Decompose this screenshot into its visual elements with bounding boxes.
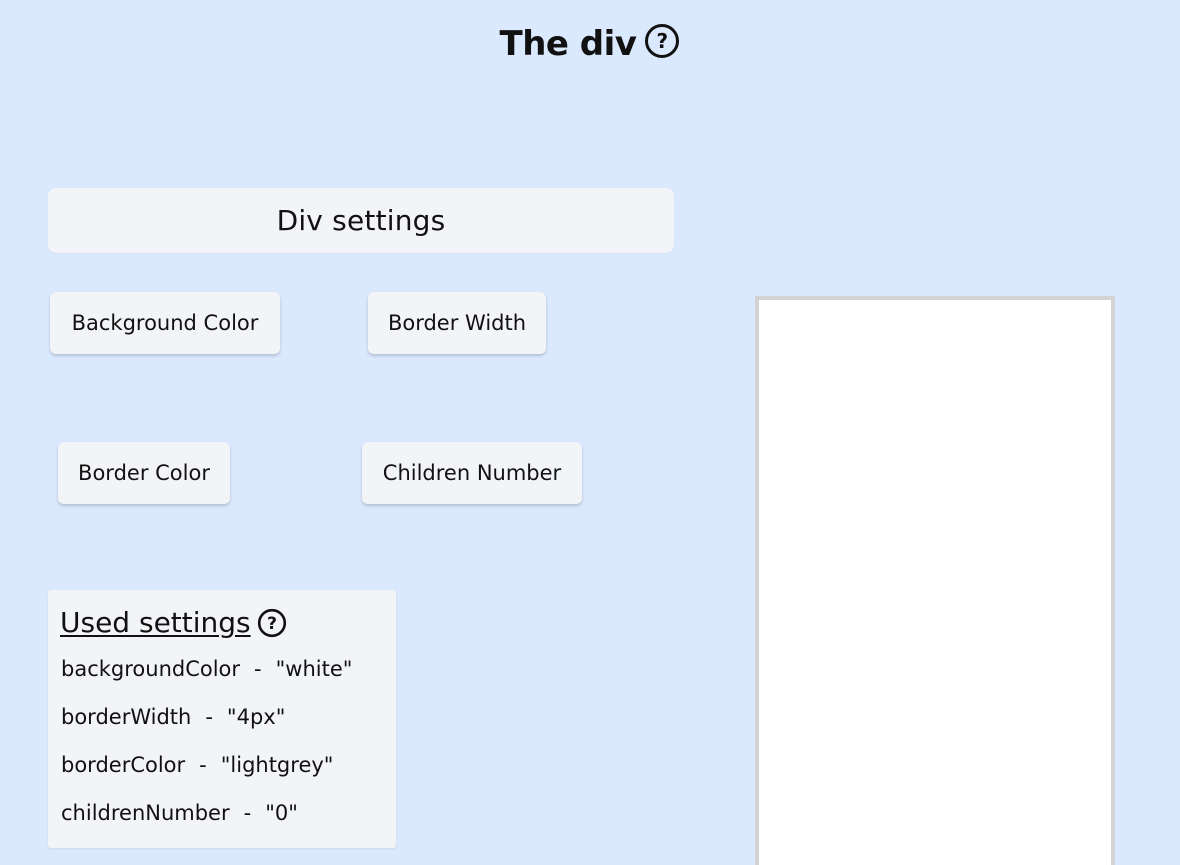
question-circle-icon[interactable]: ? xyxy=(257,608,287,638)
used-settings-title-text: Used settings xyxy=(60,606,251,639)
div-settings-header: Div settings xyxy=(48,188,674,253)
svg-text:?: ? xyxy=(657,29,668,53)
setting-value: "white" xyxy=(275,657,353,681)
border-color-button[interactable]: Border Color xyxy=(58,442,230,504)
background-color-button[interactable]: Background Color xyxy=(50,292,280,354)
used-settings-title: Used settings? xyxy=(60,606,287,640)
setting-key: backgroundColor xyxy=(61,657,241,681)
setting-separator: - xyxy=(254,657,262,681)
preview-div xyxy=(755,296,1115,865)
page-title: The div? xyxy=(0,22,1180,66)
setting-separator: - xyxy=(205,705,213,729)
setting-value: "4px" xyxy=(226,705,286,729)
setting-value: "lightgrey" xyxy=(220,753,334,777)
children-number-button[interactable]: Children Number xyxy=(362,442,582,504)
used-setting-row: childrenNumber - "0" xyxy=(61,800,298,826)
used-setting-row: backgroundColor - "white" xyxy=(61,656,352,682)
setting-separator: - xyxy=(243,801,252,825)
setting-value: "0" xyxy=(265,801,298,825)
setting-key: childrenNumber xyxy=(61,801,230,825)
svg-text:?: ? xyxy=(267,614,277,634)
border-width-button[interactable]: Border Width xyxy=(368,292,546,354)
used-setting-row: borderColor - "lightgrey" xyxy=(61,752,333,778)
page-title-text: The div xyxy=(499,24,637,64)
used-setting-row: borderWidth - "4px" xyxy=(61,704,285,730)
setting-key: borderColor xyxy=(61,753,186,777)
question-circle-icon[interactable]: ? xyxy=(644,23,680,59)
setting-key: borderWidth xyxy=(61,705,192,729)
page: The div? Div settings Background Color B… xyxy=(0,0,1180,865)
setting-separator: - xyxy=(199,753,207,777)
